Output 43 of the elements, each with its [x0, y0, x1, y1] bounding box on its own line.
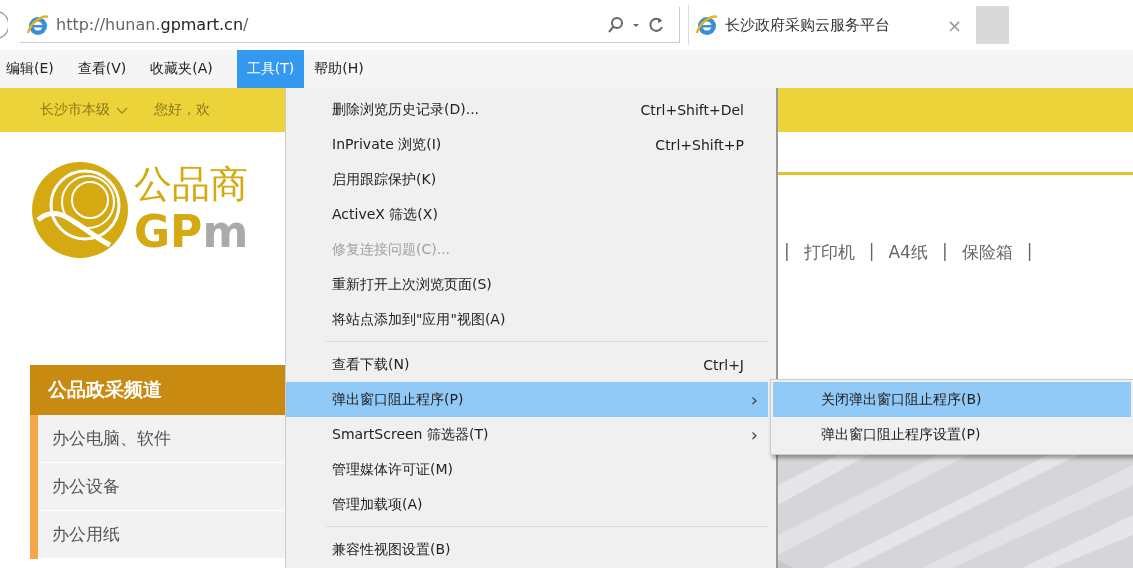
menu-bar-item[interactable]: 收藏夹(A): [150, 50, 227, 88]
category-item[interactable]: 办公设备: [38, 463, 285, 511]
hot-word: |: [1026, 241, 1033, 263]
chevron-down-icon[interactable]: [116, 105, 128, 115]
logo-icon: [30, 160, 130, 260]
greeting-text: 您好，欢: [154, 101, 210, 119]
browser-logo-icon: [695, 13, 719, 37]
menu-item[interactable]: ActiveX 筛选(X): [286, 197, 768, 232]
menu-bar-item[interactable]: 帮助(H): [314, 50, 378, 88]
hot-word[interactable]: A4纸: [888, 241, 928, 264]
menu-item[interactable]: 兼容性视图设置(B): [286, 532, 768, 567]
hot-word: |: [868, 241, 875, 263]
menu-item[interactable]: 弹出窗口阻止程序设置(P): [773, 417, 1131, 452]
hot-word[interactable]: 保险箱: [961, 241, 1013, 264]
menu-item[interactable]: 重新打开上次浏览页面(S): [286, 267, 768, 302]
menu-item[interactable]: InPrivate 浏览(I) Ctrl+Shift+P: [286, 127, 768, 162]
menu-item[interactable]: 关闭弹出窗口阻止程序(B): [773, 382, 1131, 417]
menu-item[interactable]: 删除浏览历史记录(D)... Ctrl+Shift+Del: [286, 92, 768, 127]
category-header: 公品政采频道: [30, 365, 285, 415]
menu-bar-item[interactable]: 查看(V): [77, 50, 141, 88]
browser-logo-icon: [26, 12, 50, 37]
hot-word: |: [941, 241, 948, 263]
menu-item[interactable]: 弹出窗口阻止程序(P) ›: [286, 382, 768, 417]
tab-title: 长沙政府采购云服务平台: [725, 15, 890, 35]
logo-text: GP: [134, 206, 203, 257]
menu-item[interactable]: 查看下载(N) Ctrl+J: [286, 347, 768, 382]
address-field[interactable]: http://hunan.gpmart.cn/: [20, 7, 680, 43]
category-item[interactable]: 办公用纸: [38, 511, 285, 559]
menu-bar-item[interactable]: 编辑(E): [6, 50, 68, 88]
search-icon[interactable]: [607, 15, 625, 34]
hot-word: |: [784, 241, 790, 263]
menu-item[interactable]: 管理媒体许可证(M): [286, 452, 768, 487]
logo-text: m: [202, 206, 249, 257]
menu-item[interactable]: 启用跟踪保护(K): [286, 162, 768, 197]
category-item[interactable]: 办公电脑、软件: [38, 415, 285, 463]
logo-text: 公品商: [134, 161, 249, 208]
hot-word[interactable]: 打印机: [803, 241, 855, 264]
menu-item[interactable]: 管理加载项(A): [286, 487, 768, 522]
url-text: http://hunan.gpmart.cn/: [56, 15, 249, 34]
menu-item[interactable]: 将站点添加到"应用"视图(A): [286, 302, 768, 337]
menu-item[interactable]: SmartScreen 筛选器(T) ›: [286, 417, 768, 452]
refresh-icon[interactable]: [647, 15, 665, 34]
back-icon[interactable]: [0, 10, 8, 40]
